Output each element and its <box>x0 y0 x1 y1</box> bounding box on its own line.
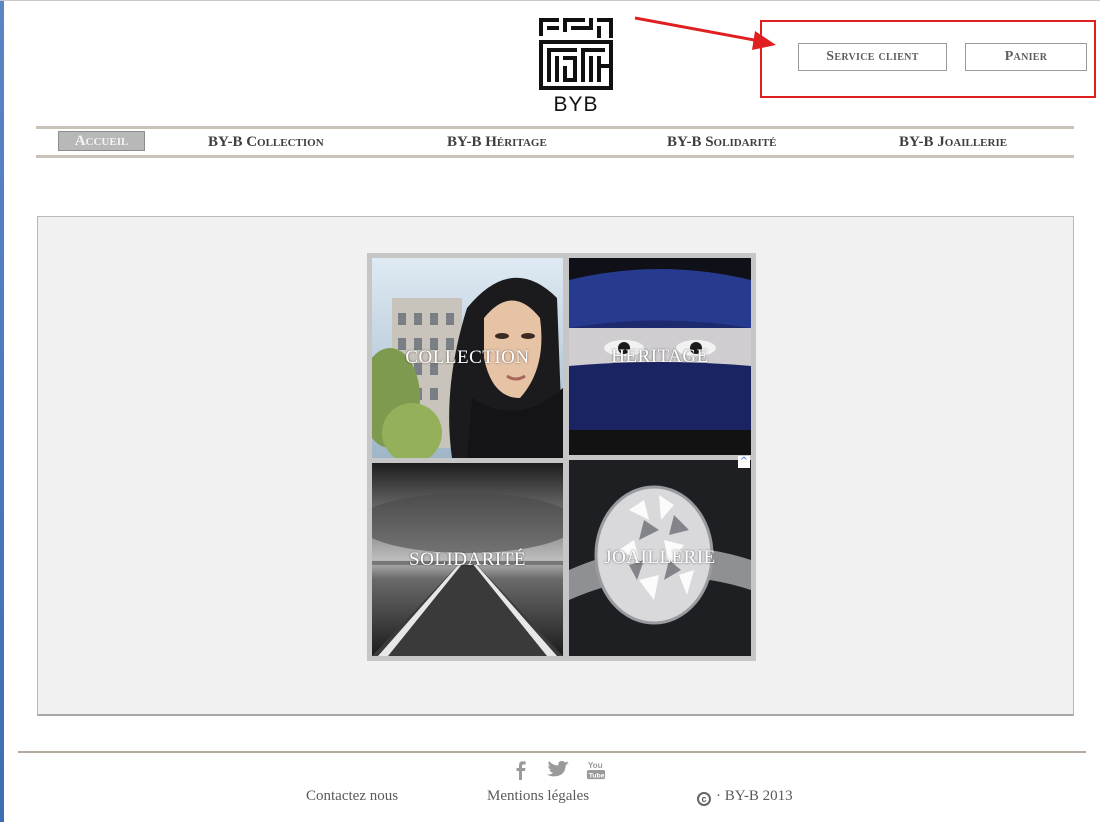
tile-label-joaillerie: JOAILLERIE <box>604 547 716 568</box>
nav-item-accueil[interactable]: Accueil <box>58 131 145 151</box>
panier-button[interactable]: Panier <box>965 43 1087 71</box>
tile-label-collection: COLLECTION <box>405 347 530 368</box>
copyright-icon: c <box>697 792 711 806</box>
window-top-edge <box>0 0 1100 1</box>
mentions-legales-link[interactable]: Mentions légales <box>487 788 589 805</box>
facebook-icon[interactable] <box>512 760 530 780</box>
annotation-arrow-icon <box>634 16 776 50</box>
tile-heritage[interactable]: HERITAGE <box>569 258 751 455</box>
tile-label-heritage: HERITAGE <box>611 345 709 367</box>
category-grid: COLLECTION HERITAGE SOLIDARITÉ JOAILLERI… <box>367 253 756 661</box>
svg-text:Tube: Tube <box>589 772 605 779</box>
nav-item-solidarite[interactable]: BY-B Solidarité <box>667 133 777 151</box>
nav-item-joaillerie[interactable]: BY-B Joaillerie <box>899 133 1007 151</box>
scroll-up-icon[interactable]: ^ <box>738 456 750 468</box>
nav-item-collection[interactable]: BY-B Collection <box>208 133 324 151</box>
byb-logo[interactable]: BYB <box>536 14 616 118</box>
nav-item-heritage[interactable]: BY-B Héritage <box>447 133 547 151</box>
svg-text:You: You <box>588 761 603 770</box>
tile-joaillerie[interactable]: JOAILLERIE <box>569 460 751 656</box>
footer-divider <box>18 751 1086 753</box>
tile-solidarite[interactable]: SOLIDARITÉ <box>372 463 563 656</box>
service-client-button[interactable]: Service client <box>798 43 947 71</box>
kufic-logo-icon <box>539 18 613 90</box>
logo-text: BYB <box>553 93 599 116</box>
contactez-nous-link[interactable]: Contactez nous <box>306 788 398 805</box>
copyright-text: · BY-B 2013 <box>716 788 793 804</box>
nav-top-divider <box>36 126 1074 129</box>
nav-bottom-divider <box>36 155 1074 158</box>
twitter-icon[interactable] <box>546 760 570 780</box>
window-left-edge <box>0 0 4 822</box>
tile-collection[interactable]: COLLECTION <box>372 258 563 458</box>
tile-label-solidarite: SOLIDARITÉ <box>409 548 526 570</box>
youtube-icon[interactable]: You Tube <box>585 760 607 780</box>
